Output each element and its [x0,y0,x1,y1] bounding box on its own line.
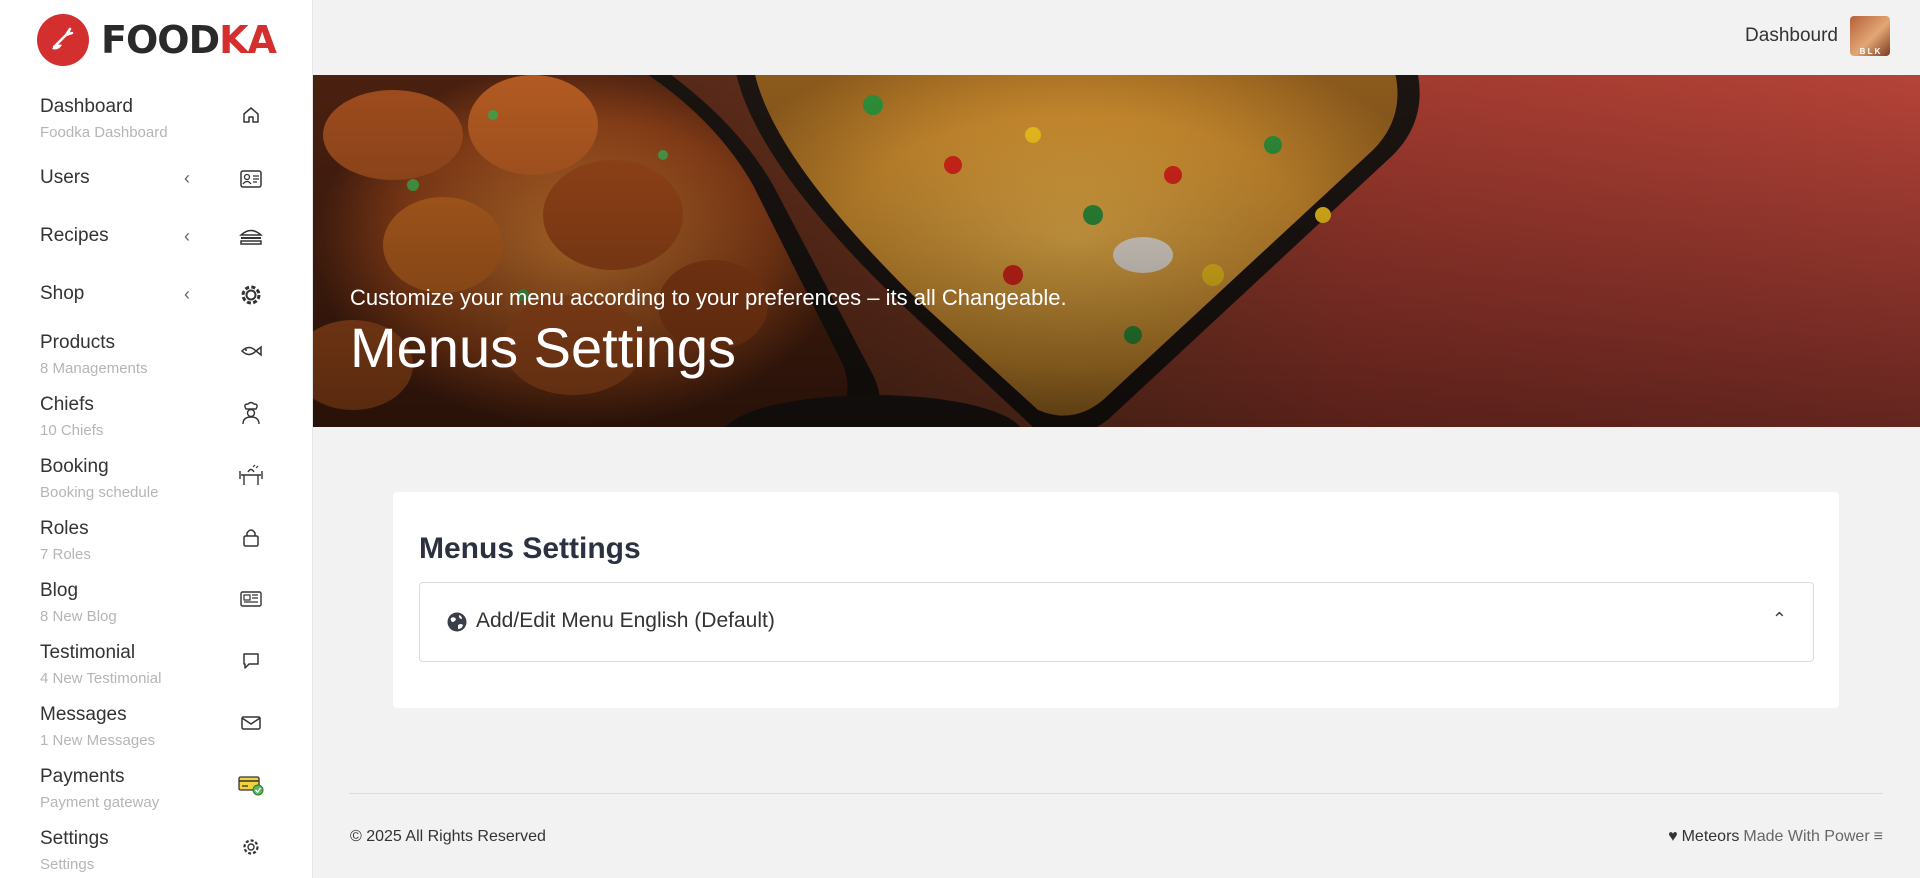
brand-logo[interactable]: FOODKA [37,13,277,67]
brand-name-part1: FOOD [101,18,220,62]
sidebar-item-label: Dashboard [40,96,133,117]
avatar-text: B L K [1859,47,1881,56]
hero-banner: Customize your menu according to your pr… [313,75,1920,427]
fork-hand-icon [37,14,89,66]
sidebar-item-sub: 8 Managements [40,360,148,377]
sidebar-item-blog[interactable]: Blog 8 New Blog [0,574,312,636]
sidebar-item-roles[interactable]: Roles 7 Roles [0,512,312,574]
avatar[interactable]: B L K [1850,16,1890,56]
sidebar-item-sub: Settings [40,856,95,873]
globe-icon [446,611,468,633]
sidebar-item-label: Testimonial [40,642,136,663]
sidebar-item-chiefs[interactable]: Chiefs 10 Chiefs [0,388,312,450]
card-title: Menus Settings [419,532,641,565]
sidebar-item-sub: 7 Roles [40,546,91,563]
sidebar: FOODKA Dashboard Foodka Dashboard Users … [0,0,313,878]
burger-icon [236,222,266,252]
hero-subtitle: Customize your menu according to your pr… [350,285,1067,310]
sidebar-item-label: Messages [40,704,127,725]
sidebar-item-label: Chiefs [40,394,94,415]
lock-icon [236,522,266,552]
id-card-icon [236,164,266,194]
chat-icon [236,646,266,676]
sidebar-item-products[interactable]: Products 8 Managements [0,326,312,388]
sidebar-item-label: Products [40,332,115,353]
sidebar-item-settings[interactable]: Settings Settings [0,822,312,878]
footer-tagline: Made With Power [1743,828,1870,845]
footer-brand-link[interactable]: Meteors [1682,828,1740,846]
sidebar-item-sub: Booking schedule [40,484,159,501]
dashboard-link[interactable]: Dashbourd [1745,25,1838,47]
brand-name: FOODKA [101,18,277,62]
settings-icon [236,832,266,862]
sidebar-item-payments[interactable]: Payments Payment gateway [0,760,312,822]
sidebar-item-label: Booking [40,456,109,477]
heart-icon: ♥ [1668,828,1678,845]
menu-lines-icon: ≡ [1873,828,1883,845]
topbar: Dashbourd B L K [313,0,1920,75]
brand-name-part2: KA [219,18,277,62]
sidebar-item-sub: 4 New Testimonial [40,670,162,687]
sidebar-item-label: Shop [40,283,85,304]
sidebar-item-label: Recipes [40,225,109,246]
menus-settings-card: Menus Settings Add/Edit Menu English (De… [393,492,1839,708]
dining-icon [236,460,266,490]
sidebar-item-users[interactable]: Users ‹ [0,152,312,210]
sidebar-item-messages[interactable]: Messages 1 New Messages [0,698,312,760]
sidebar-item-sub: Payment gateway [40,794,160,811]
topbar-user: Dashbourd B L K [1745,16,1890,56]
fish-icon [236,336,266,366]
sidebar-item-booking[interactable]: Booking Booking schedule [0,450,312,512]
gear-shop-icon [236,280,266,310]
sidebar-item-shop[interactable]: Shop ‹ [0,268,312,326]
sidebar-item-sub: 1 New Messages [40,732,156,749]
chevron-left-icon: ‹ [184,284,190,304]
page-title: Menus Settings [350,316,736,379]
sidebar-nav: Dashboard Foodka Dashboard Users ‹ Recip… [0,90,312,878]
chevron-up-icon[interactable]: ⌃ [1772,609,1787,630]
menu-accordion-english[interactable]: Add/Edit Menu English (Default) ⌃ [419,582,1814,662]
home-icon [236,100,266,130]
sidebar-item-label: Settings [40,828,109,849]
sidebar-item-recipes[interactable]: Recipes ‹ [0,210,312,268]
sidebar-item-sub: 8 New Blog [40,608,117,625]
sidebar-item-label: Payments [40,766,125,787]
newspaper-icon [236,584,266,614]
sidebar-item-label: Users [40,167,90,188]
mail-icon [236,708,266,738]
chef-icon [236,398,266,428]
chevron-left-icon: ‹ [184,168,190,188]
sidebar-item-sub: Foodka Dashboard [40,124,168,141]
sidebar-item-label: Blog [40,580,79,601]
sidebar-item-testimonial[interactable]: Testimonial 4 New Testimonial [0,636,312,698]
payment-card-icon [236,770,266,800]
sidebar-item-sub: 10 Chiefs [40,422,104,439]
footer-credits: ♥ Meteors Made With Power ≡ [1668,828,1883,846]
accordion-label: Add/Edit Menu English (Default) [476,609,775,632]
footer-divider [349,793,1883,794]
footer-copyright: © 2025 All Rights Reserved [350,828,546,845]
chevron-left-icon: ‹ [184,226,190,246]
sidebar-item-dashboard[interactable]: Dashboard Foodka Dashboard [0,90,312,152]
sidebar-item-label: Roles [40,518,89,539]
